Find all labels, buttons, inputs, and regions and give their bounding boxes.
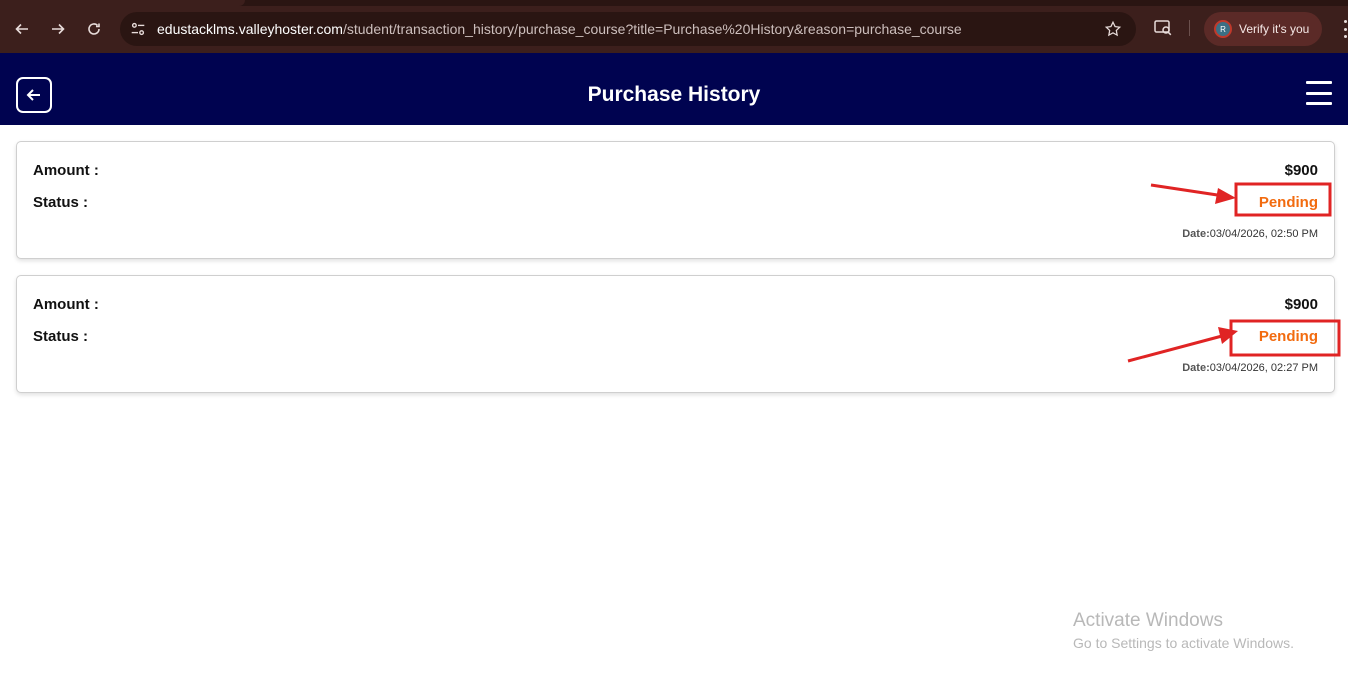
address-bar[interactable]: edustacklms.valleyhoster.com/student/tra… — [120, 12, 1136, 46]
browser-reload-icon[interactable] — [81, 16, 107, 42]
url-text[interactable]: edustacklms.valleyhoster.com/student/tra… — [157, 21, 962, 37]
page-title: Purchase History — [587, 83, 761, 106]
status-value: Pending — [1258, 328, 1318, 345]
amount-label: Amount : — [33, 296, 99, 313]
transaction-date: Date:03/04/2026, 02:50 PM — [1182, 228, 1318, 240]
amount-value: $900 — [1284, 296, 1318, 313]
amount-label: Amount : — [33, 162, 99, 179]
active-tab-edge — [0, 0, 245, 6]
transaction-card: Amount : Status : $900 Pending Date:03/0… — [16, 275, 1335, 393]
profile-avatar: R — [1214, 20, 1232, 38]
transaction-date: Date:03/04/2026, 02:27 PM — [1182, 362, 1318, 374]
verify-profile-chip[interactable]: R Verify it's you — [1204, 12, 1322, 46]
page-search-icon[interactable] — [1153, 17, 1173, 37]
status-value: Pending — [1258, 194, 1318, 211]
transaction-card: Amount : Status : $900 Pending Date:03/0… — [16, 141, 1335, 259]
browser-forward-icon[interactable] — [45, 16, 71, 42]
amount-value: $900 — [1284, 162, 1318, 179]
site-info-icon[interactable] — [128, 19, 148, 39]
app-header: Purchase History — [0, 53, 1348, 125]
hamburger-menu-icon[interactable] — [1306, 81, 1332, 105]
activate-windows-title: Activate Windows — [1073, 610, 1223, 631]
status-label: Status : — [33, 194, 89, 211]
browser-menu-icon[interactable] — [1344, 20, 1348, 38]
activate-windows-subtitle: Go to Settings to activate Windows. — [1073, 635, 1294, 651]
browser-back-icon[interactable] — [9, 16, 35, 42]
verify-label: Verify it's you — [1239, 22, 1310, 36]
status-label: Status : — [33, 328, 89, 345]
toolbar-divider — [1189, 20, 1190, 36]
browser-toolbar: edustacklms.valleyhoster.com/student/tra… — [0, 0, 1348, 53]
bookmark-star-icon[interactable] — [1104, 20, 1122, 38]
